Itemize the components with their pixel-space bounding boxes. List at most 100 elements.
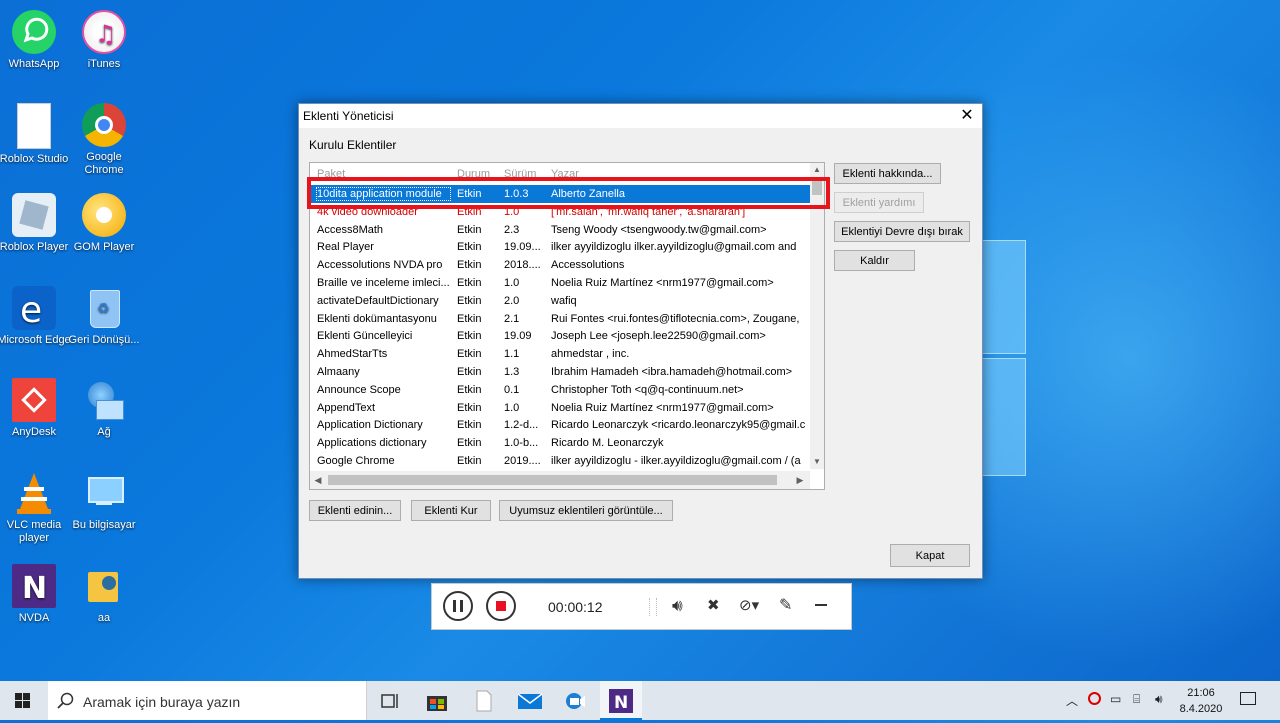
table-row[interactable]: Eklenti dokümantasyonu Etkin 2.1 Rui Fontes… <box>310 310 810 328</box>
nvda-taskbar-icon[interactable]: N <box>609 689 633 713</box>
table-row[interactable]: Access8Math Etkin 2.3 Tseng Woody <tsengwoo… <box>310 221 810 239</box>
speaker-icon[interactable]: 🔊︎ <box>672 596 683 616</box>
taskbar-search[interactable]: Aramak için buraya yazın <box>48 681 367 720</box>
table-row[interactable]: AhmedStarTts Etkin 1.1 ahmedstar , inc. <box>310 345 810 363</box>
system-clock[interactable]: 21:06 8.4.2020 <box>1172 685 1230 717</box>
scroll-up-icon[interactable]: ▲ <box>810 163 824 177</box>
desktop-icon-label: Bu bilgisayar <box>72 519 136 531</box>
cell-version: 1.0 <box>504 401 520 414</box>
install-addon-button[interactable]: Eklenti Kur <box>411 500 491 521</box>
search-icon <box>57 692 74 709</box>
desktop-icon-this-pc[interactable]: Bu bilgisayar <box>67 471 141 532</box>
pen-icon[interactable]: ✎ <box>779 595 792 615</box>
cell-author: wafiq <box>551 294 577 307</box>
store-icon[interactable] <box>425 689 449 713</box>
remove-addon-button[interactable]: Kaldır <box>834 250 915 271</box>
table-row[interactable]: Braille ve inceleme imleci... Etkin 1.0 Noe… <box>310 274 810 292</box>
cell-version: 19.09... <box>504 241 541 254</box>
cell-author: Ricardo Leonarczyk <ricardo.leonarczyk95… <box>551 419 806 432</box>
desktop-icon-label: aa <box>97 612 111 624</box>
cell-package: Eklenti dokümantasyonu <box>317 312 437 325</box>
desktop-icon-gom-player[interactable]: GOM Player <box>67 193 141 254</box>
file-icon[interactable] <box>472 689 496 713</box>
network-icon[interactable]: ⌸ <box>1133 692 1140 707</box>
network-icon <box>82 378 126 422</box>
cell-status: Etkin <box>457 383 482 396</box>
close-icon[interactable]: ✕ <box>952 104 982 128</box>
table-row[interactable]: Announce Scope Etkin 0.1 Christopher Toth <… <box>310 381 810 399</box>
cell-status: Etkin <box>457 365 482 378</box>
cell-version: 1.0 <box>504 276 520 289</box>
battery-icon[interactable]: ▭ <box>1110 692 1121 706</box>
minimize-icon[interactable] <box>815 604 827 606</box>
desktop-icon-network[interactable]: Ağ <box>67 378 141 439</box>
close-button[interactable]: Kapat <box>890 544 970 567</box>
notifications-icon[interactable] <box>1240 692 1256 705</box>
windows-logo <box>980 240 1050 480</box>
table-row[interactable]: Almaany Etkin 1.3 Ibrahim Hamadeh <ibra.ham… <box>310 363 810 381</box>
volume-icon[interactable]: 🔊︎ <box>1155 692 1163 707</box>
cell-author: Christopher Toth <q@q-continuum.net> <box>551 383 744 396</box>
table-row[interactable]: Application Dictionary Etkin 1.2-d... Ricar… <box>310 416 810 434</box>
table-row[interactable]: Applications dictionary Etkin 1.0-b... Rica… <box>310 434 810 452</box>
desktop-icon-vlc[interactable]: VLC media player <box>0 471 71 545</box>
desktop-icon-anydesk[interactable]: AnyDesk <box>0 378 71 439</box>
cell-package: Access8Math <box>317 223 384 236</box>
drag-handle[interactable] <box>649 598 657 616</box>
desktop-icon-whatsapp[interactable]: WhatsApp <box>0 10 71 71</box>
recording-timer: 00:00:12 <box>548 599 603 615</box>
cell-author: Joseph Lee <joseph.lee22590@gmail.com> <box>551 330 766 343</box>
cell-status: Etkin <box>457 294 482 307</box>
start-button[interactable] <box>0 681 46 720</box>
mail-icon[interactable] <box>517 689 543 713</box>
table-row[interactable]: Accessolutions NVDA pro Etkin 2018.... Acce… <box>310 256 810 274</box>
view-incompatible-button[interactable]: Uyumsuz eklentileri görüntüle... <box>499 500 673 521</box>
webcam-off-icon[interactable]: ⊘▾ <box>739 596 759 614</box>
chevron-up-icon[interactable]: ︿ <box>1066 692 1078 709</box>
desktop-icon-roblox-player[interactable]: Roblox Player <box>0 193 71 254</box>
addon-help-button[interactable]: Eklenti yardımı <box>834 192 924 213</box>
stop-button[interactable] <box>486 591 516 621</box>
scroll-right-icon[interactable]: ▶ <box>792 471 808 489</box>
cell-status: Etkin <box>457 276 482 289</box>
cell-author: Accessolutions <box>551 259 625 272</box>
desktop-icon-roblox-studio[interactable]: Roblox Studio <box>0 103 71 166</box>
edge-icon: e <box>12 286 56 331</box>
desktop-icon-nvda[interactable]: N NVDA <box>0 564 71 625</box>
task-view-icon[interactable] <box>378 689 402 713</box>
table-row[interactable]: Google Chrome Etkin 2019.... ilker ayyildiz… <box>310 452 810 470</box>
addons-list[interactable]: Paket Durum Sürüm Yazar 10dita applicati… <box>309 162 825 490</box>
scroll-down-icon[interactable]: ▼ <box>810 455 824 469</box>
desktop-icon-microsoft-edge[interactable]: e Microsoft Edge <box>0 286 71 347</box>
addon-about-button[interactable]: Eklenti hakkında... <box>834 163 941 184</box>
pause-button[interactable] <box>443 591 473 621</box>
clock-date: 8.4.2020 <box>1179 703 1223 715</box>
scroll-thumb[interactable] <box>328 475 777 485</box>
get-addons-button[interactable]: Eklenti edinin... <box>309 500 401 521</box>
table-row[interactable]: activateDefaultDictionary Etkin 2.0 wafiq <box>310 292 810 310</box>
cell-version: 2.0 <box>504 294 520 307</box>
cell-status: Etkin <box>457 419 482 432</box>
whatsapp-icon <box>12 10 56 54</box>
desktop-icon-google-chrome[interactable]: Google Chrome <box>67 103 141 177</box>
cell-version: 19.09 <box>504 330 532 343</box>
taskbar: Aramak için buraya yazın N ︿ ▭ ⌸ 🔊︎ 21:0… <box>0 681 1280 720</box>
anydesk-icon <box>12 378 56 422</box>
antivirus-icon[interactable] <box>1088 692 1101 705</box>
table-row[interactable]: Eklenti Güncelleyici Etkin 19.09 Joseph Lee… <box>310 327 810 345</box>
cell-author: Ricardo M. Leonarczyk <box>551 437 664 450</box>
scroll-left-icon[interactable]: ◀ <box>310 471 326 489</box>
chrome-icon <box>82 103 126 147</box>
desktop-icon-recycle-bin[interactable]: ♻ Geri Dönüşü... <box>67 286 141 347</box>
microphone-muted-icon[interactable]: ✖ <box>707 596 720 614</box>
desktop-icon-aa[interactable]: aa <box>67 564 141 625</box>
table-row[interactable]: AppendText Etkin 1.0 Noelia Ruiz Martínez <… <box>310 399 810 417</box>
dialog-titlebar[interactable]: Eklenti Yöneticisi ✕ <box>299 104 982 128</box>
cell-package: Accessolutions NVDA pro <box>317 259 443 272</box>
desktop-icon-itunes[interactable]: ♫ iTunes <box>67 10 141 71</box>
table-row[interactable]: Real Player Etkin 19.09... ilker ayyildizog… <box>310 238 810 256</box>
cell-package: AhmedStarTts <box>317 348 388 361</box>
disable-addon-button[interactable]: Eklentiyi Devre dışı bırak <box>834 221 970 242</box>
video-recorder-icon[interactable] <box>564 689 588 713</box>
horizontal-scrollbar[interactable]: ◀ ▶ <box>310 471 810 489</box>
